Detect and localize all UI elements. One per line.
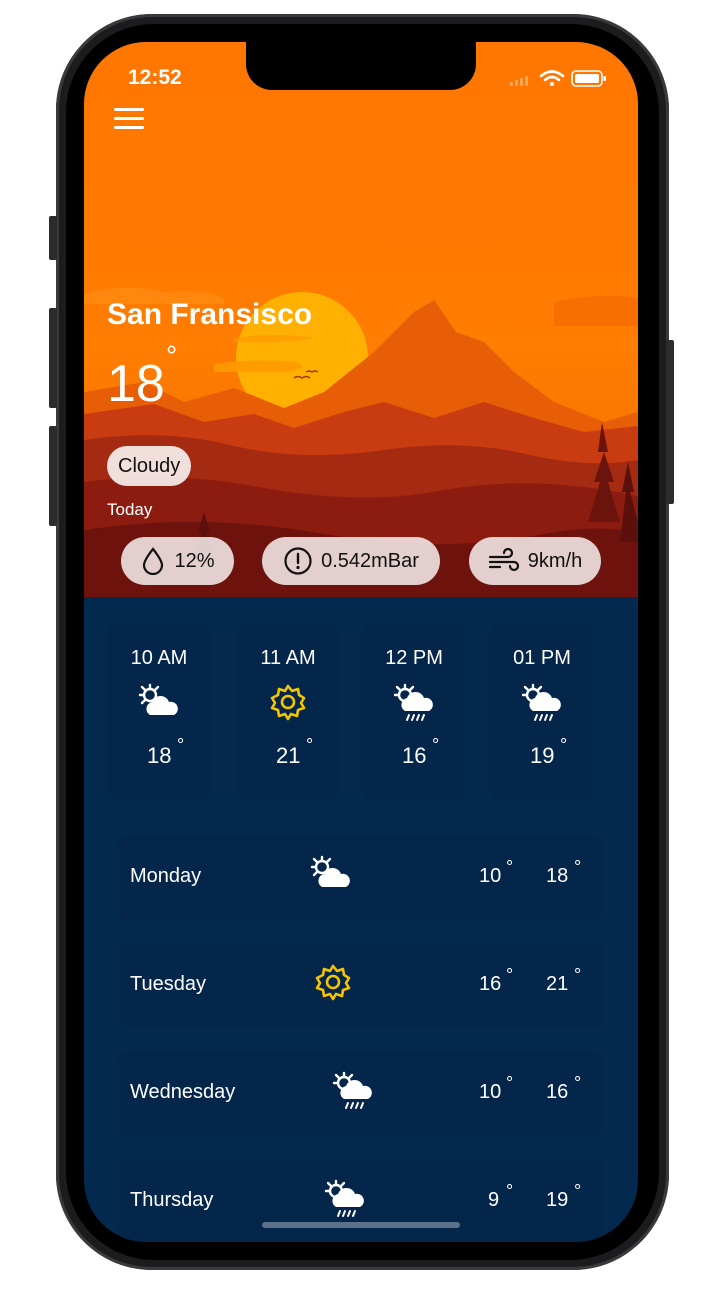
city-name: San Fransisco: [107, 298, 313, 331]
hour-label: 11 AM: [260, 647, 316, 669]
home-indicator[interactable]: [262, 1222, 460, 1228]
sun-behind-cloud-icon: [138, 683, 178, 715]
hamburger-menu-icon[interactable]: [114, 106, 144, 132]
sun-icon: [315, 964, 351, 1001]
daily-forecast-row[interactable]: Monday 10 ° 18 °: [118, 835, 604, 919]
hour-label: 12 PM: [385, 647, 443, 669]
sun-cloud-rain-icon: [324, 1179, 364, 1217]
day-low-temperature: 9: [488, 1189, 500, 1211]
day-high-degree: °: [574, 857, 582, 877]
hourly-forecast-card[interactable]: 10 AM 18 °: [107, 625, 211, 799]
day-high-temperature: 16: [546, 1081, 569, 1103]
hour-temperature-degree: °: [177, 735, 185, 755]
day-high-temperature: 19: [546, 1189, 569, 1211]
alert-circle-icon: [284, 547, 312, 575]
sun-cloud-rain-icon: [521, 683, 561, 721]
day-high-degree: °: [574, 1073, 582, 1093]
hour-temperature-degree: °: [432, 735, 440, 755]
hour-temperature-degree: °: [560, 735, 568, 755]
battery-icon: [571, 70, 606, 87]
phone-volume-up-button: [49, 308, 57, 408]
weather-condition-badge: Cloudy: [107, 446, 192, 486]
day-low-temperature: 16: [479, 973, 502, 995]
sun-cloud-rain-icon: [332, 1071, 372, 1109]
day-high-temperature: 18: [546, 865, 569, 887]
sun-cloud-rain-icon: [393, 683, 433, 721]
status-bar-icons: [508, 68, 608, 95]
day-low-degree: °: [506, 1181, 514, 1201]
phone-silent-switch: [49, 216, 57, 260]
hour-temperature: 21: [276, 743, 301, 768]
sun-icon: [270, 684, 306, 721]
device-notch: [246, 42, 476, 90]
status-bar-time: 12:52: [128, 66, 182, 89]
day-name: Monday: [130, 865, 202, 887]
phone-power-button: [666, 340, 674, 504]
pressure-value: 0.542mBar: [321, 549, 419, 572]
wifi-icon: [539, 70, 565, 86]
hour-temperature: 16: [402, 743, 427, 768]
hour-temperature: 19: [530, 743, 555, 768]
day-high-degree: °: [574, 1181, 582, 1201]
daily-forecast-row[interactable]: Wednesday 10 ° 16 °: [118, 1051, 604, 1135]
current-temperature: 18: [107, 355, 165, 413]
hourly-forecast-card[interactable]: 01 PM 19 °: [490, 625, 594, 799]
humidity-stat: 12%: [121, 537, 234, 585]
today-label: Today: [107, 500, 153, 519]
current-temperature-degree: °: [166, 340, 178, 371]
day-name: Tuesday: [130, 973, 206, 995]
day-name: Wednesday: [130, 1081, 236, 1103]
hour-label: 01 PM: [513, 647, 571, 669]
day-high-degree: °: [574, 965, 582, 985]
hourly-forecast-card[interactable]: 11 AM 21 °: [236, 625, 340, 799]
wind-icon: [488, 548, 519, 572]
status-bar-system-icons: [510, 70, 606, 87]
day-low-temperature: 10: [479, 1081, 502, 1103]
droplet-icon: [143, 547, 164, 575]
wind-value: 9km/h: [527, 549, 583, 572]
daily-forecast-row[interactable]: Tuesday 16 ° 21 °: [118, 943, 604, 1027]
hour-label: 10 AM: [130, 647, 188, 669]
day-low-temperature: 10: [479, 865, 502, 887]
phone-volume-down-button: [49, 426, 57, 526]
wind-stat: 9km/h: [469, 537, 601, 585]
hourly-forecast-card[interactable]: 12 PM 16 °: [362, 625, 466, 799]
hour-temperature: 18: [147, 743, 172, 768]
day-low-degree: °: [506, 965, 514, 985]
sun-behind-cloud-icon: [310, 855, 350, 887]
daily-forecast-row[interactable]: Thursday 9 ° 19 °: [118, 1159, 604, 1242]
cellular-signal-icon: [510, 76, 528, 86]
day-low-degree: °: [506, 857, 514, 877]
app-screen: 12:52 San Fransisco 18 ° Cloudy Today 12…: [84, 42, 638, 1242]
day-low-degree: °: [506, 1073, 514, 1093]
pressure-stat: 0.542mBar: [262, 537, 440, 585]
humidity-value: 12%: [174, 549, 215, 572]
day-name: Thursday: [130, 1189, 214, 1211]
hour-temperature-degree: °: [306, 735, 314, 755]
day-high-temperature: 21: [546, 973, 569, 995]
